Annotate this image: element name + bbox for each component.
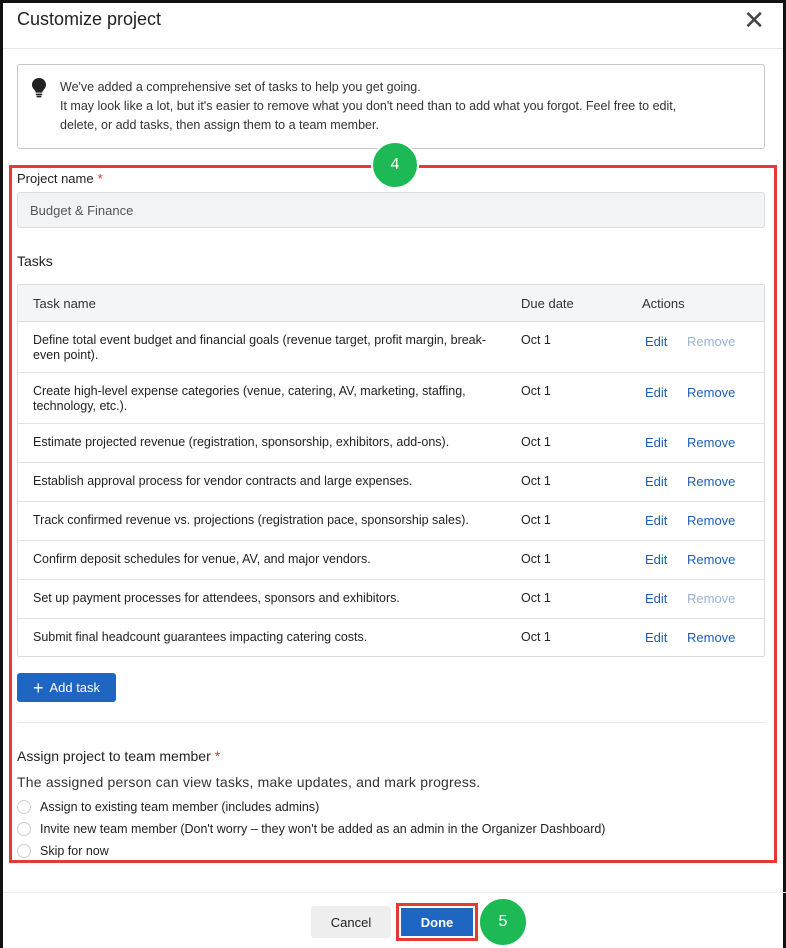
dialog-header: Customize project ✕ [3,3,783,49]
tip-text-line: delete, or add tasks, then assign them t… [60,118,379,132]
cancel-button[interactable]: Cancel [311,906,391,938]
dialog-footer [3,892,786,948]
annotation-highlight-form [9,165,777,863]
step-badge-5: 5 [478,897,528,947]
tip-text-line: We've added a comprehensive set of tasks… [60,80,421,94]
dialog-title: Customize project [17,9,162,29]
step-badge-4: 4 [371,141,419,189]
annotation-highlight-done: Done [396,903,478,941]
tip-text-line: It may look like a lot, but it's easier … [60,99,677,113]
info-tip-box: We've added a comprehensive set of tasks… [17,64,765,149]
done-button[interactable]: Done [401,908,473,936]
close-icon[interactable]: ✕ [743,8,765,34]
lightbulb-icon [32,78,46,98]
customize-project-dialog: Customize project ✕ We've added a compre… [0,0,786,948]
